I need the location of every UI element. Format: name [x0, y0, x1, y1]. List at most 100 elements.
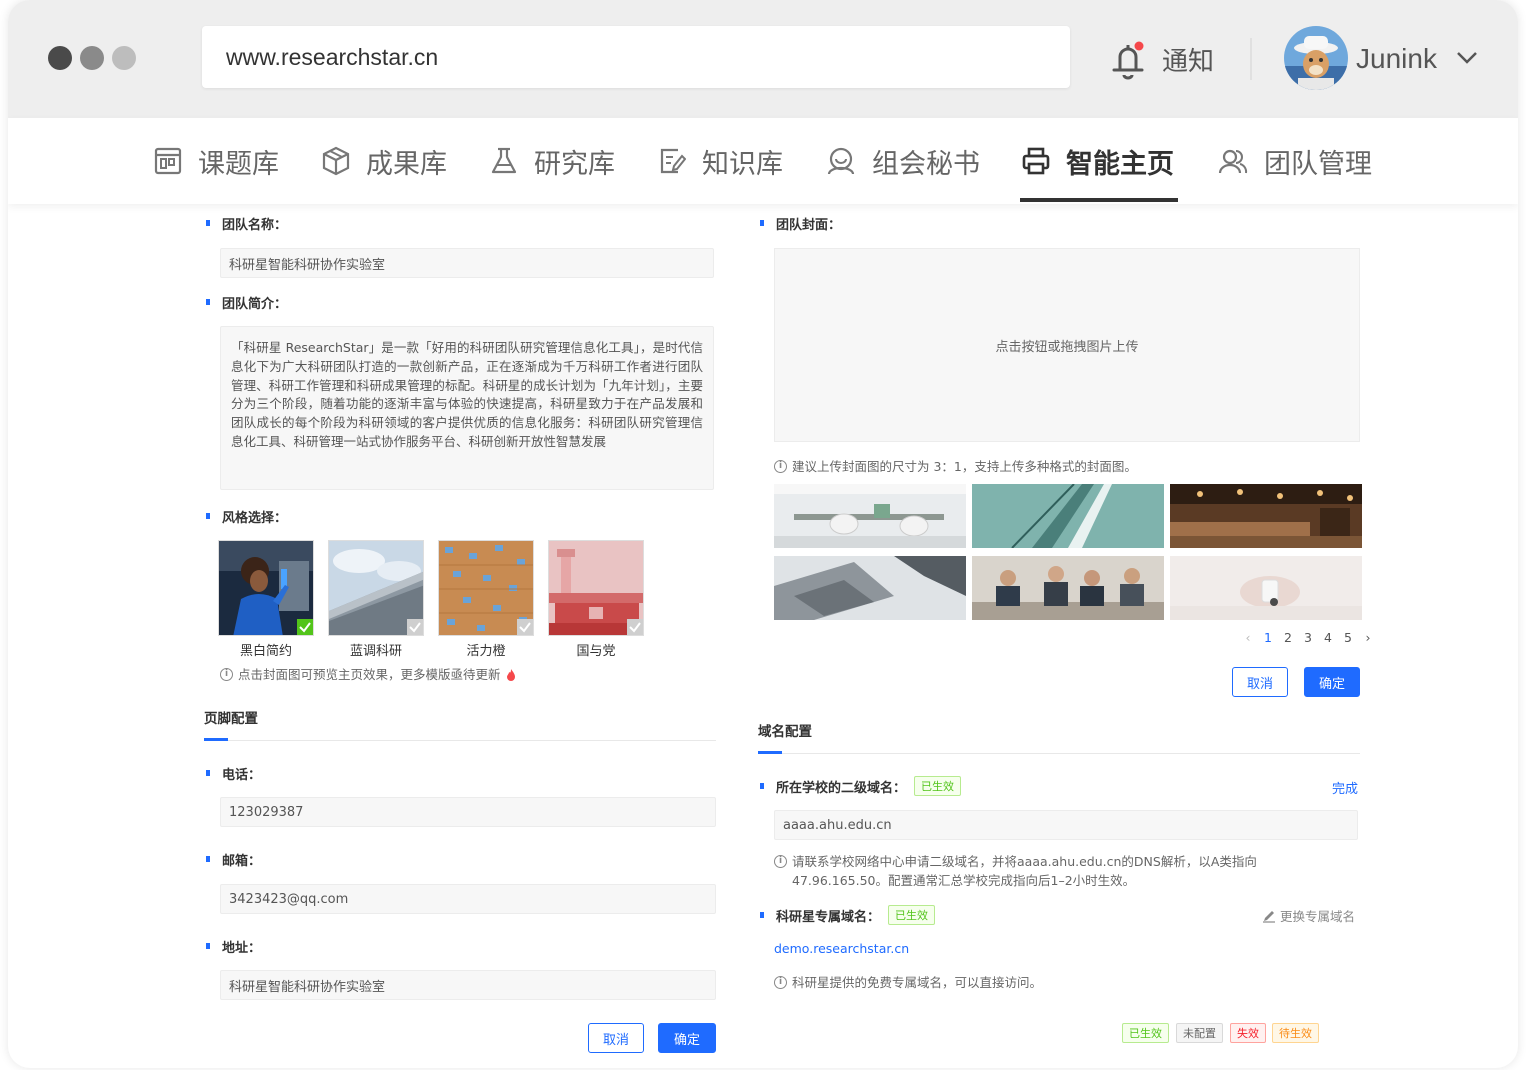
- cover-thumb-hands[interactable]: [1170, 556, 1362, 620]
- nav-tab-label: 课题库: [198, 148, 279, 180]
- footer-config-title: 页脚配置: [204, 711, 258, 727]
- page-button[interactable]: 5: [1338, 630, 1358, 645]
- style-hint: i 点击封面图可预览主页效果，更多模版亟待更新: [220, 665, 517, 684]
- style-check-icon: [517, 619, 533, 635]
- style-name: 活力橙: [466, 644, 506, 659]
- footer-confirm-button[interactable]: 确定: [658, 1023, 716, 1053]
- username[interactable]: Junink: [1356, 36, 1437, 82]
- address-bar[interactable]: www.researchstar.cn: [202, 26, 1070, 88]
- info-icon: i: [774, 460, 787, 473]
- notification-button[interactable]: 通知: [1108, 36, 1214, 82]
- notification-label: 通知: [1162, 46, 1215, 77]
- page-button[interactable]: 2: [1278, 630, 1298, 645]
- team-cover-label: 团队封面：: [760, 214, 841, 233]
- change-domain-button[interactable]: 更换专属域名: [1262, 906, 1355, 925]
- nav-tab-meeting-secretary[interactable]: 组会秘书: [826, 118, 980, 204]
- cover-confirm-button[interactable]: 确定: [1304, 667, 1360, 697]
- legend-badge-invalid: 失效: [1230, 1023, 1266, 1043]
- avatar[interactable]: [1284, 26, 1348, 90]
- nav-tab-team-management[interactable]: 团队管理: [1218, 118, 1372, 204]
- cover-thumb-office[interactable]: [774, 484, 966, 548]
- nav-tab-label: 组会秘书: [872, 148, 980, 180]
- section-divider: [758, 753, 1360, 754]
- school-domain-done-link[interactable]: 完成: [1332, 778, 1358, 797]
- style-check-icon: [627, 619, 643, 635]
- nav-tab-label: 研究库: [534, 148, 615, 180]
- style-check-icon: [407, 619, 423, 635]
- section-divider: [204, 740, 716, 741]
- cover-thumb-laptop[interactable]: [774, 556, 966, 620]
- team-icon: [1218, 149, 1248, 174]
- phone-input[interactable]: 123029387: [220, 797, 716, 827]
- cube-icon: [322, 146, 350, 176]
- bell-icon: [1112, 41, 1144, 80]
- assistant-icon: [827, 147, 855, 175]
- style-option-bw-minimal[interactable]: [218, 540, 314, 636]
- nav-tab-label: 智能主页: [1066, 148, 1174, 180]
- cover-upload-area[interactable]: 点击按钮或拖拽图片上传: [774, 248, 1360, 442]
- chevron-down-icon[interactable]: [1456, 44, 1478, 72]
- page-button[interactable]: 4: [1318, 630, 1338, 645]
- fire-icon: [506, 669, 515, 681]
- nav-tab-research-library[interactable]: 研究库: [490, 118, 615, 204]
- legend-badge-unconfigured: 未配置: [1176, 1023, 1223, 1043]
- nav-tab-topic-library[interactable]: 课题库: [154, 118, 279, 204]
- info-icon: i: [220, 668, 233, 681]
- footer-cancel-button[interactable]: 取消: [588, 1023, 644, 1053]
- style-select-label: 风格选择：: [206, 507, 287, 526]
- team-intro-textarea[interactable]: 「科研星 ResearchStar」是一款「好用的科研团队研究管理信息化工具」，…: [220, 326, 714, 490]
- address-input[interactable]: 科研星智能科研协作实验室: [220, 970, 716, 1000]
- school-domain-input[interactable]: aaaa.ahu.edu.cn: [774, 810, 1358, 840]
- star-domain-label: 科研星专属域名：: [760, 906, 880, 925]
- star-domain-link[interactable]: demo.researchstar.cn: [774, 941, 909, 956]
- style-name: 蓝调科研: [349, 644, 402, 659]
- header-divider: [1250, 38, 1252, 80]
- nav-tab-smart-homepage[interactable]: 智能主页: [1022, 118, 1174, 204]
- section-accent: [758, 751, 782, 754]
- nav-tab-label: 成果库: [366, 148, 447, 180]
- phone-label: 电话：: [206, 764, 261, 783]
- school-domain-hint: i 请联系学校网络中心申请二级域名，并将aaaa.ahu.edu.cn的DNS解…: [774, 852, 1334, 890]
- school-domain-label: 所在学校的二级域名：: [760, 777, 906, 796]
- legend-badge-active: 已生效: [1122, 1023, 1169, 1043]
- board-icon: [154, 147, 182, 175]
- style-option-vibrant-orange[interactable]: [438, 540, 534, 636]
- section-accent: [204, 738, 228, 741]
- cover-hint: i 建议上传封面图的尺寸为 3：1，支持上传多种格式的封面图。: [774, 457, 1137, 476]
- window-minimize-dot[interactable]: [80, 46, 104, 70]
- email-input[interactable]: 3423423@qq.com: [220, 884, 716, 914]
- page-button[interactable]: 3: [1298, 630, 1318, 645]
- main-nav: 课题库 成果库 研究库 知识库 组会秘书 智能主页 团队管理: [8, 118, 1518, 204]
- cover-thumb-meeting[interactable]: [972, 556, 1164, 620]
- window-maximize-dot[interactable]: [112, 46, 136, 70]
- cover-pagination: ‹ 1 2 3 4 5 ›: [1238, 628, 1378, 646]
- school-domain-status-badge: 已生效: [914, 776, 961, 796]
- star-domain-hint: i 科研星提供的免费专属域名，可以直接访问。: [774, 973, 1042, 992]
- team-intro-label: 团队简介：: [206, 293, 287, 312]
- nav-tab-knowledge-library[interactable]: 知识库: [658, 118, 783, 204]
- printer-icon: [1022, 147, 1050, 175]
- info-icon: i: [774, 976, 787, 989]
- browser-chrome: www.researchstar.cn 通知 Junink: [8, 0, 1518, 118]
- nav-tab-result-library[interactable]: 成果库: [322, 118, 447, 204]
- page-button[interactable]: 1: [1258, 630, 1278, 645]
- flask-icon: [491, 147, 517, 174]
- style-option-nation-party[interactable]: [548, 540, 644, 636]
- cover-thumb-skyscraper[interactable]: [972, 484, 1164, 548]
- active-tab-indicator: [1020, 198, 1178, 202]
- chevron-left-icon[interactable]: ‹: [1238, 630, 1258, 645]
- window-close-dot[interactable]: [48, 46, 72, 70]
- info-icon: i: [774, 855, 787, 868]
- cover-cancel-button[interactable]: 取消: [1232, 667, 1288, 697]
- legend-badge-pending: 待生效: [1272, 1023, 1319, 1043]
- edit-icon: [1263, 910, 1275, 923]
- nav-tab-label: 团队管理: [1264, 148, 1372, 180]
- browser-window: www.researchstar.cn 通知 Junink 课题库 成果库 研究…: [8, 0, 1518, 1068]
- style-option-blue-research[interactable]: [328, 540, 424, 636]
- star-domain-status-badge: 已生效: [888, 905, 935, 925]
- team-name-input[interactable]: 科研星智能科研协作实验室: [220, 248, 714, 278]
- style-name: 国与党: [576, 644, 616, 659]
- chevron-right-icon[interactable]: ›: [1358, 630, 1378, 645]
- nav-tab-label: 知识库: [702, 148, 783, 180]
- cover-thumb-cafe[interactable]: [1170, 484, 1362, 548]
